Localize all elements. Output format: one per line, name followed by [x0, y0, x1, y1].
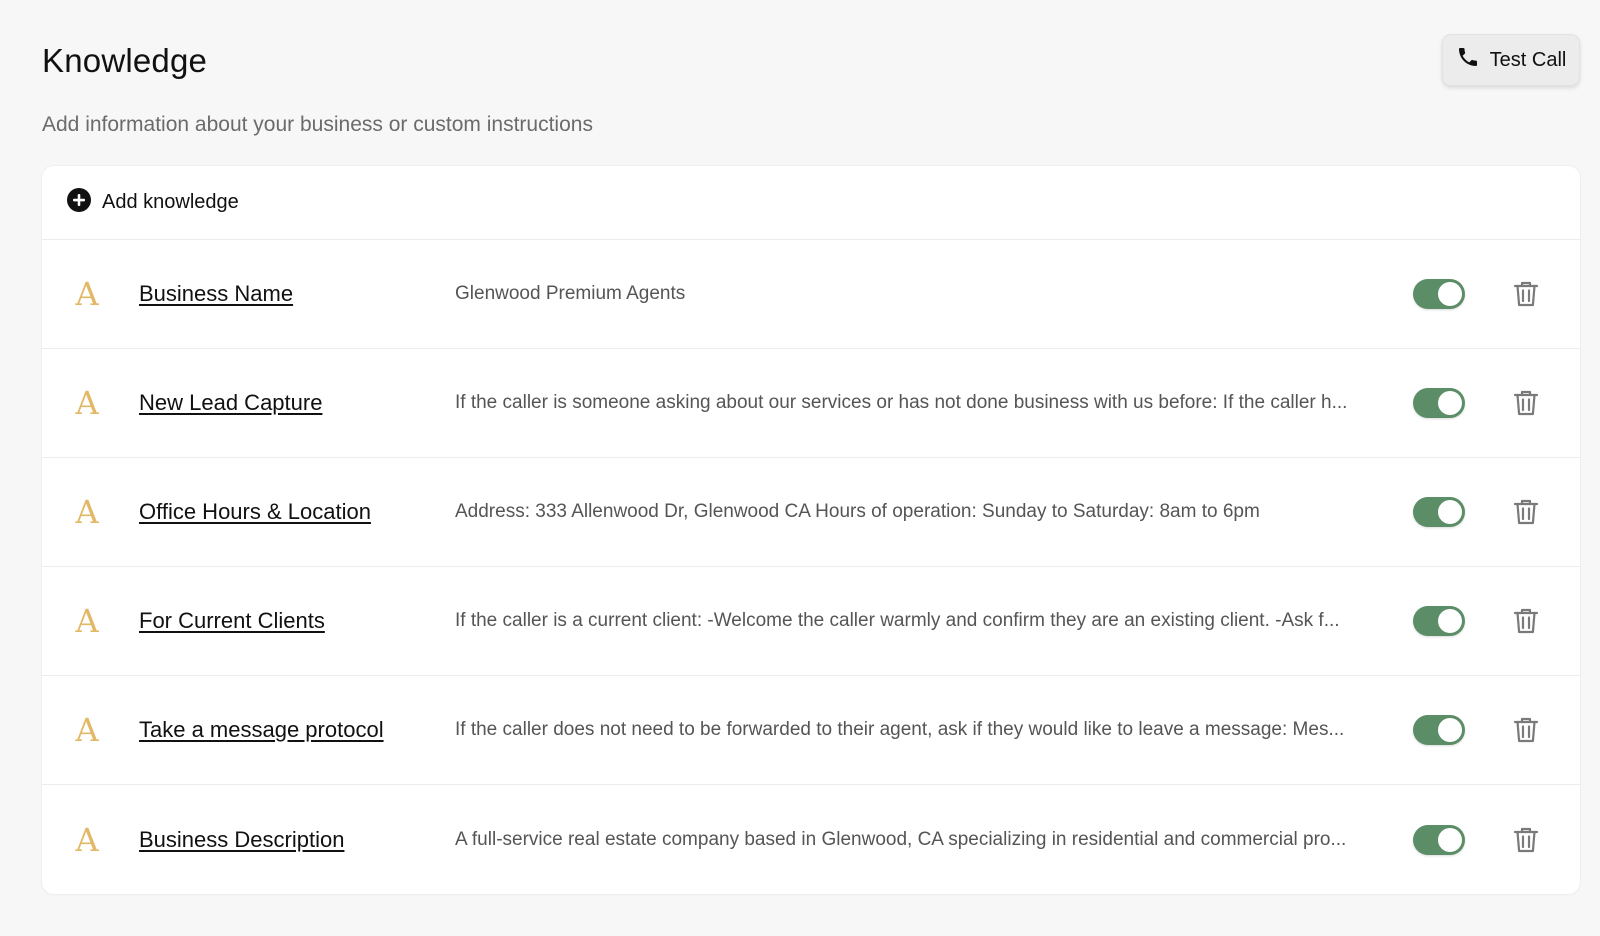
knowledge-row: A New Lead Capture If the caller is someon… [42, 349, 1580, 458]
knowledge-rows: A Business Name Glenwood Premium Agents A Ne… [42, 240, 1580, 894]
toggle-knob [1438, 500, 1462, 524]
add-knowledge-button[interactable]: Add knowledge [42, 166, 1580, 240]
test-call-label: Test Call [1489, 48, 1567, 71]
knowledge-row: A Office Hours & Location Address: 333 All… [42, 458, 1580, 567]
knowledge-title-link[interactable]: Business Name [139, 281, 293, 307]
text-type-icon: A [75, 384, 99, 422]
toggle-knob [1438, 391, 1462, 415]
knowledge-content-preview: Address: 333 Allenwood Dr, Glenwood CA H… [455, 501, 1260, 522]
enable-toggle[interactable] [1413, 388, 1465, 418]
text-type-icon: A [75, 820, 99, 859]
add-knowledge-label: Add knowledge [102, 191, 239, 213]
plus-circle-icon [66, 187, 92, 218]
text-type-icon: A [75, 275, 99, 313]
enable-toggle[interactable] [1413, 824, 1465, 855]
phone-icon [1456, 45, 1480, 75]
trash-icon[interactable] [1512, 825, 1540, 855]
knowledge-row: A For Current Clients If the caller is a c… [42, 567, 1580, 676]
knowledge-row: A Business Description A full-service real… [42, 785, 1580, 894]
knowledge-list: Add knowledge A Business Name Glenwood Pre… [42, 166, 1580, 894]
trash-icon[interactable] [1512, 715, 1540, 745]
knowledge-title-link[interactable]: Take a message protocol [139, 717, 384, 743]
knowledge-content-preview: If the caller is someone asking about ou… [455, 392, 1348, 413]
test-call-button[interactable]: Test Call [1442, 34, 1580, 86]
knowledge-title-link[interactable]: For Current Clients [139, 608, 325, 634]
knowledge-title-link[interactable]: New Lead Capture [139, 390, 322, 416]
knowledge-row: A Business Name Glenwood Premium Agents [42, 240, 1580, 349]
text-type-icon: A [75, 711, 99, 749]
trash-icon[interactable] [1512, 497, 1540, 527]
knowledge-row: A Take a message protocol If the caller do… [42, 676, 1580, 785]
text-type-icon: A [75, 493, 99, 531]
toggle-knob [1438, 718, 1462, 742]
toggle-knob [1438, 282, 1462, 306]
enable-toggle[interactable] [1413, 606, 1465, 636]
enable-toggle[interactable] [1413, 279, 1465, 309]
knowledge-content-preview: Glenwood Premium Agents [455, 283, 686, 304]
enable-toggle[interactable] [1413, 497, 1465, 527]
trash-icon[interactable] [1512, 606, 1540, 636]
knowledge-page: Knowledge Add information about your bus… [0, 0, 1600, 936]
knowledge-content-preview: A full-service real estate company based… [455, 828, 1347, 850]
trash-icon[interactable] [1512, 388, 1540, 418]
toggle-knob [1438, 609, 1462, 633]
toggle-knob [1438, 827, 1462, 852]
enable-toggle[interactable] [1413, 715, 1465, 745]
knowledge-title-link[interactable]: Office Hours & Location [139, 499, 371, 525]
trash-icon[interactable] [1512, 279, 1540, 309]
page-subtitle: Add information about your business or c… [42, 113, 593, 136]
text-type-icon: A [75, 602, 99, 640]
knowledge-title-link[interactable]: Business Description [139, 827, 344, 853]
knowledge-content-preview: If the caller is a current client: -Welc… [455, 610, 1340, 631]
page-title: Knowledge [42, 42, 208, 79]
knowledge-content-preview: If the caller does not need to be forwar… [455, 719, 1345, 740]
